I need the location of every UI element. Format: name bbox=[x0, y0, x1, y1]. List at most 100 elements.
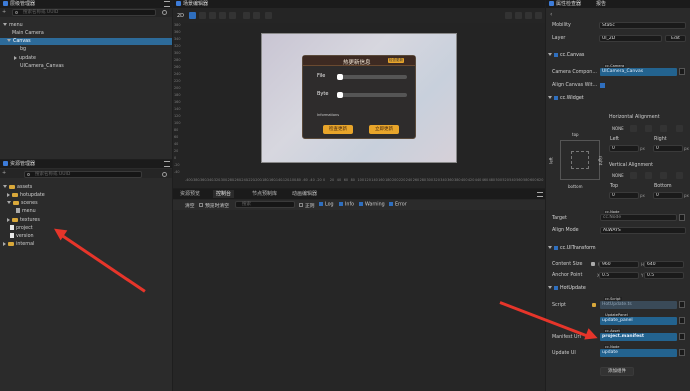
transform-tool-icon[interactable] bbox=[229, 12, 236, 19]
expand-icon[interactable] bbox=[548, 96, 552, 99]
hierarchy-search-input[interactable]: 搜索名称或 UUID bbox=[12, 9, 156, 16]
console-search-input[interactable]: 搜索 bbox=[235, 201, 295, 208]
filter-info[interactable]: Info bbox=[339, 202, 354, 208]
collapse-icon[interactable] bbox=[14, 55, 17, 60]
expand-icon[interactable] bbox=[548, 246, 552, 249]
asset-item-internal[interactable]: internal bbox=[0, 241, 172, 248]
tab-console[interactable]: 控制台 bbox=[213, 190, 235, 198]
asset-item-assets[interactable]: assets bbox=[0, 184, 172, 191]
widget-anchor-box[interactable] bbox=[560, 140, 600, 180]
align-top-icon[interactable] bbox=[630, 172, 637, 179]
align-mode-select[interactable]: ALWAYS bbox=[600, 227, 686, 234]
expand-icon[interactable] bbox=[7, 39, 11, 42]
hierarchy-item-bg[interactable]: bg bbox=[0, 46, 172, 53]
hierarchy-refresh-icon[interactable] bbox=[162, 10, 167, 15]
regex-checkbox[interactable] bbox=[299, 203, 303, 207]
filter-error[interactable]: Error bbox=[389, 202, 407, 208]
assets-search-input[interactable]: 搜索名称或 UUID bbox=[24, 171, 142, 178]
hierarchy-item-menu[interactable]: menu bbox=[0, 22, 172, 29]
filter-warning[interactable]: Warning bbox=[359, 202, 385, 208]
align-right-icon[interactable] bbox=[660, 125, 667, 132]
hierarchy-item-canvas[interactable]: Canvas bbox=[0, 38, 172, 45]
object-picker-icon[interactable] bbox=[679, 68, 685, 75]
update-panel-field[interactable]: update_panel bbox=[600, 317, 677, 325]
camera-icon[interactable] bbox=[535, 12, 542, 19]
asset-item-project[interactable]: project bbox=[0, 225, 172, 232]
anchor-x-input[interactable]: 0.5 bbox=[599, 272, 639, 279]
back-icon[interactable]: ‹ bbox=[550, 11, 552, 18]
clear-on-play-checkbox[interactable] bbox=[199, 203, 203, 207]
expand-icon[interactable] bbox=[3, 23, 7, 26]
enable-checkbox[interactable] bbox=[554, 95, 558, 100]
object-picker-icon[interactable] bbox=[679, 317, 685, 324]
update-now-button[interactable]: 立即更新 bbox=[369, 125, 399, 134]
scene-settings-icon[interactable] bbox=[525, 12, 532, 19]
manifest-url-field[interactable]: project.manifest bbox=[600, 333, 677, 341]
align-bottom-icon[interactable] bbox=[660, 172, 667, 179]
align-middle-icon[interactable] bbox=[645, 172, 652, 179]
bottom-input[interactable]: 0 bbox=[653, 192, 683, 199]
hotupdate-component-header[interactable]: HotUpdate bbox=[548, 285, 688, 293]
v-align-none[interactable]: NONE bbox=[612, 173, 624, 178]
add-node-icon[interactable]: + bbox=[2, 10, 8, 15]
mobility-select[interactable]: Static bbox=[599, 22, 686, 29]
gizmo-icon[interactable] bbox=[515, 12, 522, 19]
add-component-button[interactable]: 添加组件 bbox=[600, 367, 634, 376]
layer-select[interactable]: UI_2D bbox=[599, 35, 662, 42]
rotate-tool-icon[interactable] bbox=[199, 12, 206, 19]
hierarchy-menu-icon[interactable] bbox=[164, 1, 170, 7]
object-picker-icon[interactable] bbox=[679, 301, 685, 308]
hierarchy-item-update[interactable]: update bbox=[0, 55, 172, 62]
update-ui-field[interactable]: update bbox=[600, 349, 677, 357]
top-input[interactable]: 0 bbox=[609, 192, 639, 199]
mode-2d-toggle[interactable]: 2D bbox=[177, 13, 184, 19]
anchor-y-input[interactable]: 0.5 bbox=[644, 272, 684, 279]
lock-icon[interactable] bbox=[591, 262, 595, 266]
align-stretch-icon[interactable] bbox=[676, 125, 683, 132]
widget-component-header[interactable]: cc.Widget bbox=[548, 95, 688, 103]
grid-icon[interactable] bbox=[505, 12, 512, 19]
tab-animation-editor[interactable]: 动画编辑器 bbox=[289, 190, 320, 198]
left-input[interactable]: 0 bbox=[609, 145, 639, 152]
add-asset-icon[interactable]: + bbox=[2, 171, 6, 176]
asset-item-hotupdate[interactable]: hotupdate bbox=[0, 192, 172, 199]
uitransform-component-header[interactable]: cc.UITransform bbox=[548, 245, 688, 253]
layer-edit-button[interactable]: Edit bbox=[665, 35, 686, 42]
content-height-input[interactable]: 640 bbox=[644, 261, 684, 268]
assets-refresh-icon[interactable] bbox=[162, 172, 167, 177]
rect-tool-icon[interactable] bbox=[219, 12, 226, 19]
assets-menu-icon[interactable] bbox=[164, 161, 170, 167]
asset-item-textures[interactable]: textures bbox=[0, 217, 172, 224]
canvas-component-header[interactable]: cc.Canvas bbox=[548, 52, 688, 60]
collapse-icon[interactable] bbox=[7, 217, 10, 222]
target-field[interactable]: cc.Node bbox=[600, 214, 677, 221]
collapse-icon[interactable] bbox=[3, 241, 6, 246]
align-canvas-checkbox[interactable] bbox=[600, 83, 605, 88]
scale-tool-icon[interactable] bbox=[209, 12, 216, 19]
move-tool-icon[interactable] bbox=[189, 12, 196, 19]
enable-checkbox[interactable] bbox=[554, 285, 558, 290]
enable-checkbox[interactable] bbox=[554, 245, 558, 250]
hierarchy-item-uicamera-canvas[interactable]: UICamera_Canvas bbox=[0, 63, 172, 70]
expand-icon[interactable] bbox=[548, 53, 552, 56]
asset-item-version[interactable]: version bbox=[0, 233, 172, 240]
right-input[interactable]: 0 bbox=[653, 145, 683, 152]
object-picker-icon[interactable] bbox=[679, 349, 685, 356]
align-left-icon[interactable] bbox=[630, 125, 637, 132]
snap-icon[interactable] bbox=[265, 12, 272, 19]
expand-icon[interactable] bbox=[3, 185, 7, 188]
expand-icon[interactable] bbox=[548, 286, 552, 289]
clear-button[interactable]: 清空 bbox=[185, 202, 195, 209]
tab-asset-preview[interactable]: 资源预览 bbox=[177, 190, 203, 198]
object-picker-icon[interactable] bbox=[679, 214, 685, 221]
collapse-icon[interactable] bbox=[7, 192, 10, 197]
pivot-icon[interactable] bbox=[243, 12, 250, 19]
expand-icon[interactable] bbox=[7, 201, 11, 204]
h-align-none[interactable]: NONE bbox=[612, 126, 624, 131]
asset-item-scenes[interactable]: scenes bbox=[0, 200, 172, 207]
hierarchy-item-main-camera[interactable]: Main Camera bbox=[0, 30, 172, 37]
tab-node-library[interactable]: 节点预制库 bbox=[249, 190, 280, 198]
asset-item-menu[interactable]: menu bbox=[0, 208, 172, 215]
camera-component-field[interactable]: UICamera_Canvas bbox=[600, 68, 677, 76]
enable-checkbox[interactable] bbox=[554, 52, 558, 57]
